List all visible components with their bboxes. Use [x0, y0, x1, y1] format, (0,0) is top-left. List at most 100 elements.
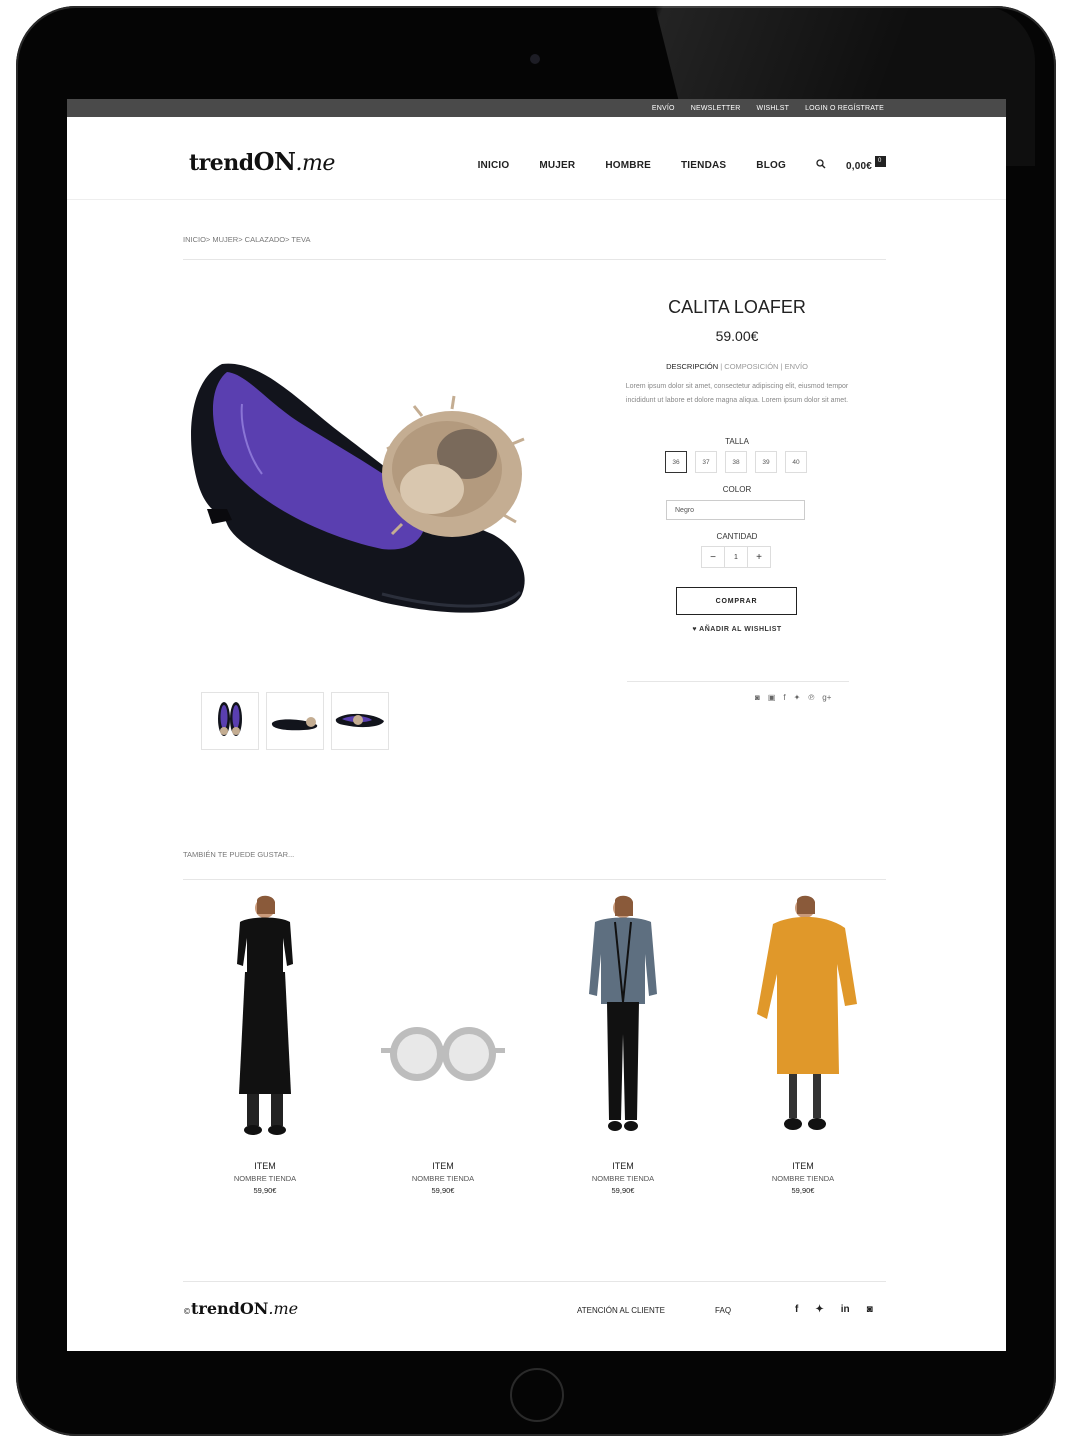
related-product-card[interactable]: ITEM NOMBRE TIENDA 59,90€	[553, 894, 693, 1195]
related-product-image[interactable]	[733, 894, 873, 1144]
related-price: 59,90€	[431, 1186, 455, 1195]
logo-trend: trend	[189, 150, 254, 176]
thumbnail-side[interactable]	[266, 692, 324, 750]
footer-logo-on: ON	[239, 1299, 269, 1318]
size-option-38[interactable]: 38	[725, 451, 747, 473]
footer-links: ATENCIÓN AL CLIENTE FAQ	[577, 1306, 731, 1315]
nav-tiendas[interactable]: TIENDAS	[681, 160, 726, 171]
linkedin-icon[interactable]: in	[841, 1304, 850, 1315]
product-price: 59.00€	[715, 328, 759, 344]
qty-minus-button[interactable]: −	[701, 546, 725, 568]
copyright-symbol: ©	[183, 1307, 191, 1316]
shopping-bag-icon[interactable]: 0	[875, 156, 886, 167]
nav-blog[interactable]: BLOG	[756, 160, 786, 171]
color-label: COLOR	[722, 485, 752, 494]
size-option-37[interactable]: 37	[695, 451, 717, 473]
related-product-card[interactable]: ITEM NOMBRE TIENDA 59,90€	[373, 894, 513, 1195]
topbar-wishlist-link[interactable]: WISHLST	[757, 105, 790, 112]
instagram-icon[interactable]: ◙	[755, 693, 760, 702]
qty-value[interactable]: 1	[724, 546, 748, 568]
topbar-newsletter-link[interactable]: NEWSLETTER	[691, 105, 741, 112]
product-title: CALITA LOAFER	[627, 297, 847, 318]
product-main-image[interactable]	[182, 344, 562, 624]
topbar-login-link[interactable]: LOGIN O REGÍSTRATE	[805, 105, 884, 112]
related-product-image[interactable]	[195, 894, 335, 1144]
facebook-icon[interactable]: f	[795, 1304, 798, 1315]
browser-screen: ENVÍO NEWSLETTER WISHLST LOGIN O REGÍSTR…	[67, 99, 1006, 1351]
footer-logo[interactable]: ©trendON.me	[183, 1299, 298, 1318]
product-description: Lorem ipsum dolor sit amet, consectetur …	[625, 383, 849, 404]
cart-total-value: 0,00€	[845, 161, 873, 172]
instagram-icon[interactable]: ◙	[867, 1304, 873, 1315]
footer-atencion-link[interactable]: ATENCIÓN AL CLIENTE	[577, 1306, 665, 1315]
twitter-icon[interactable]: ✦	[815, 1304, 823, 1315]
related-store-name: NOMBRE TIENDA	[591, 1174, 655, 1183]
cantidad-label: CANTIDAD	[716, 532, 758, 541]
related-store-name: NOMBRE TIENDA	[411, 1174, 475, 1183]
nav-hombre[interactable]: HOMBRE	[605, 160, 651, 171]
nav-mujer[interactable]: MUJER	[539, 160, 575, 171]
front-camera	[530, 54, 540, 64]
related-product-image[interactable]	[373, 894, 513, 1144]
qty-plus-button[interactable]: +	[747, 546, 771, 568]
pinterest-icon[interactable]: ℗	[808, 693, 814, 702]
size-selector: 36 37 38 39 40	[665, 451, 807, 473]
site-logo[interactable]: trendON.me	[189, 147, 335, 176]
facebook-icon[interactable]: f	[783, 693, 785, 702]
related-item-name: ITEM	[792, 1161, 814, 1171]
cart-count: 0	[878, 158, 882, 164]
googleplus-icon[interactable]: g+	[822, 693, 831, 702]
tab-envio[interactable]: ENVÍO	[785, 362, 808, 371]
footer-logo-trend: trend	[191, 1299, 240, 1318]
related-store-name: NOMBRE TIENDA	[771, 1174, 835, 1183]
cart-total[interactable]: 0,00€ 0	[845, 156, 886, 172]
related-price: 59,90€	[791, 1186, 815, 1195]
twitter-icon[interactable]: ✦	[794, 693, 801, 702]
related-price: 59,90€	[611, 1186, 635, 1195]
related-product-card[interactable]: ITEM NOMBRE TIENDA 59,90€	[733, 894, 873, 1195]
footer-faq-link[interactable]: FAQ	[715, 1306, 731, 1315]
divider	[183, 879, 886, 880]
topbar-envio-link[interactable]: ENVÍO	[652, 105, 675, 112]
related-title: TAMBIÉN TE PUEDE GUSTAR...	[183, 850, 295, 859]
divider	[627, 681, 849, 682]
product-title-bold: CALITA	[668, 297, 729, 317]
size-option-36[interactable]: 36	[665, 451, 687, 473]
thumbnail-top[interactable]	[331, 692, 389, 750]
footer-logo-me: .me	[268, 1299, 299, 1318]
color-select[interactable]: Negro	[666, 500, 805, 520]
related-item-name: ITEM	[254, 1161, 276, 1171]
related-product-image[interactable]	[553, 894, 693, 1144]
thumbnail-pair[interactable]	[201, 692, 259, 750]
related-price: 59,90€	[253, 1186, 277, 1195]
related-item-name: ITEM	[612, 1161, 634, 1171]
main-nav: INICIO MUJER HOMBRE TIENDAS BLOG 0,00€ 0	[478, 156, 886, 172]
footer-social-icons: f ✦ in ◙	[795, 1304, 873, 1315]
related-store-name: NOMBRE TIENDA	[233, 1174, 297, 1183]
nav-inicio[interactable]: INICIO	[478, 160, 510, 171]
site-header: trendON.me INICIO MUJER HOMBRE TIENDAS B…	[67, 117, 1006, 200]
buy-button[interactable]: COMPRAR	[676, 587, 797, 615]
top-utility-bar: ENVÍO NEWSLETTER WISHLST LOGIN O REGÍSTR…	[67, 99, 1006, 117]
talla-label: TALLA	[725, 437, 749, 446]
search-icon[interactable]	[816, 158, 826, 172]
product-tabs: DESCRIPCIÓN | COMPOSICIÓN | ENVÍO	[627, 362, 847, 371]
youtube-icon[interactable]: ▣	[768, 693, 776, 702]
related-product-card[interactable]: ITEM NOMBRE TIENDA 59,90€	[195, 894, 335, 1195]
product-title-light: LOAFER	[728, 297, 806, 317]
footer-divider	[183, 1281, 886, 1282]
logo-on: ON	[253, 147, 296, 176]
size-option-40[interactable]: 40	[785, 451, 807, 473]
quantity-stepper: − 1 +	[701, 546, 771, 568]
divider	[183, 259, 886, 260]
logo-me: .me	[295, 151, 335, 176]
home-button[interactable]	[510, 1368, 564, 1422]
related-item-name: ITEM	[432, 1161, 454, 1171]
social-share-icons: ◙ ▣ f ✦ ℗ g+	[755, 693, 831, 702]
breadcrumb[interactable]: INICIO> MUJER> CALAZADO> TEVA	[183, 235, 310, 244]
size-option-39[interactable]: 39	[755, 451, 777, 473]
add-to-wishlist-button[interactable]: ♥ AÑADIR AL WISHLIST	[627, 626, 847, 633]
tab-composicion[interactable]: COMPOSICIÓN	[724, 362, 778, 371]
tab-descripcion[interactable]: DESCRIPCIÓN	[666, 362, 718, 371]
product-thumbnails	[201, 692, 389, 750]
